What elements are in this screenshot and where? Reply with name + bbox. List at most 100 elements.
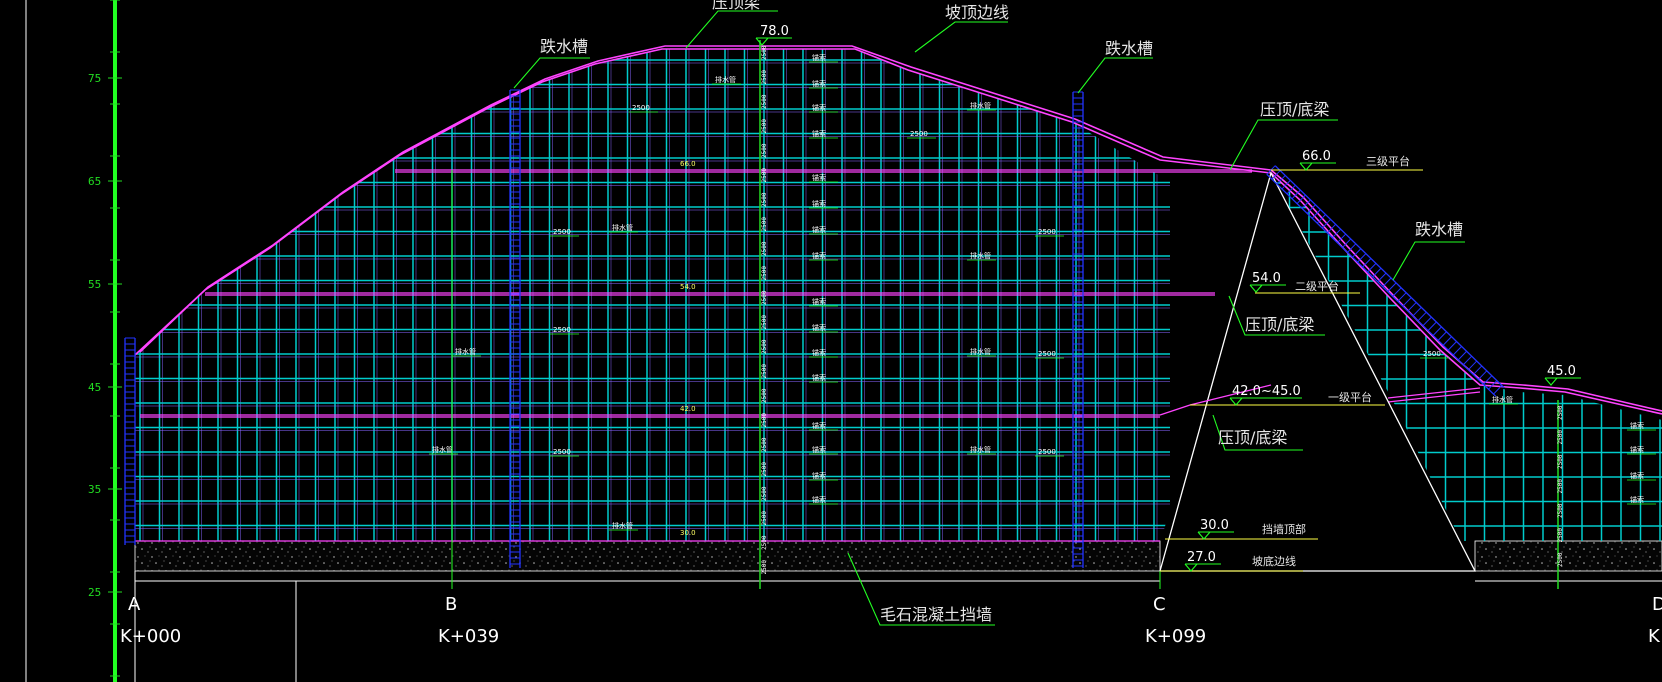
svg-text:锚索: 锚索 xyxy=(812,129,826,138)
svg-text:锚索: 锚索 xyxy=(812,199,826,208)
inner-level-42: 42.0 xyxy=(680,405,696,413)
svg-text:锚索: 锚索 xyxy=(812,173,826,182)
column-spacing-note: 2500 xyxy=(761,94,768,109)
axis-tick-label: 55 xyxy=(88,278,101,291)
column-spacing-note: 2500 xyxy=(761,339,768,354)
svg-text:锚索: 锚索 xyxy=(1630,495,1644,504)
svg-text:锚索: 锚索 xyxy=(812,471,826,480)
column-spacing-note: 2500 xyxy=(1557,430,1564,445)
grid-note: 锚索 xyxy=(809,225,838,235)
svg-text:锚索: 锚索 xyxy=(812,103,826,112)
station-b-chainage: K+039 xyxy=(438,626,499,647)
grid-note: 排水管 xyxy=(1489,395,1518,405)
column-spacing-note: 2500 xyxy=(761,192,768,207)
level-54: 54.0 xyxy=(1252,271,1281,286)
svg-text:锚索: 锚索 xyxy=(812,373,826,382)
level-42: 42.0~45.0 xyxy=(1232,384,1301,399)
column-spacing-note: 2500 xyxy=(761,70,768,85)
column-spacing-note: 2500 xyxy=(1557,552,1564,567)
cad-drawing-canvas: 756555453525 锚索锚索锚索锚索锚索锚索锚索锚索锚索锚索锚索锚索锚索锚… xyxy=(25,0,1662,682)
svg-text:2500: 2500 xyxy=(1038,448,1056,456)
column-spacing-note: 2500 xyxy=(761,266,768,281)
grid-note: 排水管 xyxy=(609,223,638,233)
column-spacing-note: 2500 xyxy=(1557,479,1564,494)
elevation-axis: 75 65 55 45 35 25 xyxy=(25,0,122,682)
svg-text:排水管: 排水管 xyxy=(970,251,991,260)
station-a-letter: A xyxy=(128,594,141,615)
svg-text:锚索: 锚索 xyxy=(812,348,826,357)
label-platform-2: 二级平台 xyxy=(1295,279,1339,293)
svg-text:2500: 2500 xyxy=(1423,350,1441,358)
column-spacing-note: 2500 xyxy=(761,315,768,330)
column-spacing-note: 2500 xyxy=(761,486,768,501)
column-spacing-note: 2500 xyxy=(761,119,768,134)
svg-text:2500: 2500 xyxy=(1038,350,1056,358)
level-27: 27.0 xyxy=(1187,550,1216,565)
svg-text:2500: 2500 xyxy=(553,326,571,334)
column-spacing-note: 2500 xyxy=(761,143,768,158)
axis-tick-label: 35 xyxy=(88,483,101,496)
label-platform-1: 一级平台 xyxy=(1328,390,1372,404)
level-30: 30.0 xyxy=(1200,518,1229,533)
column-spacing-note: 2500 xyxy=(761,388,768,403)
axis-tick-label: 45 xyxy=(88,381,101,394)
station-a-chainage: K+000 xyxy=(120,626,181,647)
column-spacing-note: 2500 xyxy=(761,241,768,256)
column-spacing-note: 2500 xyxy=(1557,503,1564,518)
column-spacing-note: 2500 xyxy=(1557,405,1564,420)
svg-text:排水管: 排水管 xyxy=(715,75,736,84)
column-spacing-note: 2500 xyxy=(1557,454,1564,469)
svg-text:排水管: 排水管 xyxy=(432,445,453,454)
label-slope-top-edge: 坡顶边线 xyxy=(945,3,1009,22)
label-slope-bottom-edge: 坡底边线 xyxy=(1252,554,1296,568)
label-drain-right: 跌水槽 xyxy=(1415,220,1463,239)
inner-level-54: 54.0 xyxy=(680,283,696,291)
column-spacing-note: 2500 xyxy=(761,560,768,575)
svg-text:锚索: 锚索 xyxy=(812,445,826,454)
svg-text:2500: 2500 xyxy=(553,228,571,236)
label-drain-left: 跌水槽 xyxy=(540,37,588,56)
frame-beam-grid-main xyxy=(135,49,1170,541)
svg-text:排水管: 排水管 xyxy=(970,101,991,110)
label-rubble-wall: 毛石混凝土挡墙 xyxy=(880,605,992,624)
svg-text:锚索: 锚索 xyxy=(812,251,826,260)
slope-profile xyxy=(134,45,1662,542)
svg-text:锚索: 锚索 xyxy=(1630,445,1644,454)
axis-tick-label: 65 xyxy=(88,175,101,188)
grid-note: 排水管 xyxy=(712,75,741,85)
grid-note: 锚索 xyxy=(809,471,838,481)
svg-text:锚索: 锚索 xyxy=(1630,421,1644,430)
grid-note: 锚索 xyxy=(1627,495,1656,505)
svg-text:排水管: 排水管 xyxy=(455,347,476,356)
svg-text:2500: 2500 xyxy=(553,448,571,456)
level-66: 66.0 xyxy=(1302,149,1331,164)
label-cap-beam-2: 压顶/底梁 xyxy=(1245,315,1314,334)
column-spacing-note: 2500 xyxy=(761,45,768,60)
column-spacing-note: 2500 xyxy=(761,290,768,305)
column-spacing-note: 2500 xyxy=(761,168,768,183)
svg-text:锚索: 锚索 xyxy=(812,421,826,430)
svg-text:排水管: 排水管 xyxy=(970,347,991,356)
grid-note: 锚索 xyxy=(1627,471,1656,481)
grid-note: 锚索 xyxy=(809,323,838,333)
svg-text:排水管: 排水管 xyxy=(612,223,633,232)
column-spacing-note: 2500 xyxy=(761,437,768,452)
label-cap-beam-3: 压顶/底梁 xyxy=(1218,428,1287,447)
svg-text:2500: 2500 xyxy=(632,104,650,112)
level-top: 78.0 xyxy=(760,24,789,39)
inner-level-30: 30.0 xyxy=(680,529,696,537)
label-wall-top: 挡墙顶部 xyxy=(1262,522,1306,536)
level-45: 45.0 xyxy=(1547,364,1576,379)
column-spacing-note: 2500 xyxy=(761,413,768,428)
grid-note: 锚索 xyxy=(809,348,838,358)
grid-note: 锚索 xyxy=(809,421,838,431)
grid-note: 锚索 xyxy=(809,495,838,505)
axis-tick-label: 25 xyxy=(88,586,101,599)
grid-note: 2500 xyxy=(629,104,658,113)
label-drain-mid: 跌水槽 xyxy=(1105,39,1153,58)
svg-text:排水管: 排水管 xyxy=(970,445,991,454)
grid-note: 锚索 xyxy=(809,79,838,89)
svg-text:2500: 2500 xyxy=(1038,228,1056,236)
axis-tick-label: 75 xyxy=(88,72,101,85)
svg-text:锚索: 锚索 xyxy=(812,323,826,332)
